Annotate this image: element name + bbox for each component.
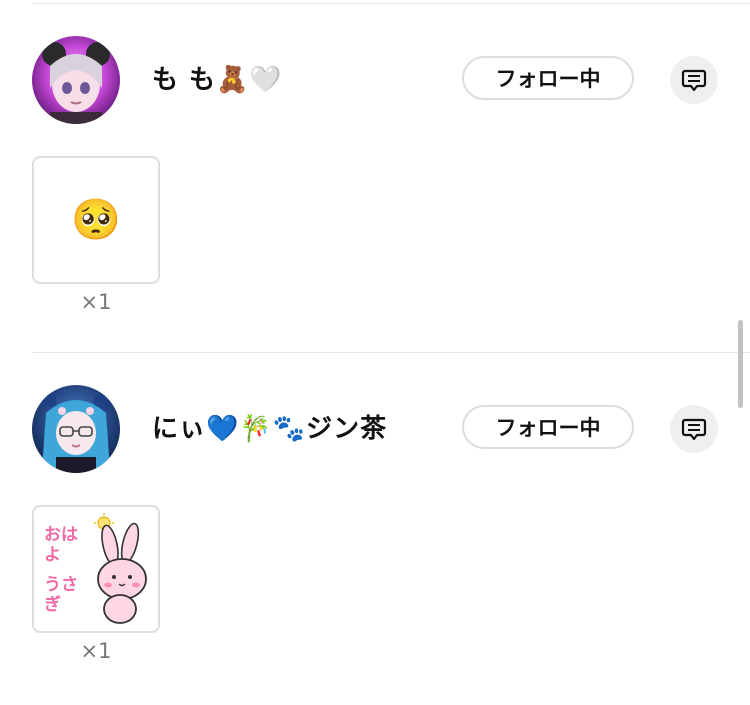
message-icon xyxy=(681,418,707,441)
avatar[interactable] xyxy=(32,385,120,473)
scrollbar-thumb[interactable] xyxy=(738,320,743,408)
gift-entry: も も🧸🤍 フォロー中 🥺 ×1 xyxy=(0,36,750,356)
entry-divider xyxy=(32,352,750,353)
message-button[interactable] xyxy=(670,405,718,453)
following-button[interactable]: フォロー中 xyxy=(462,405,634,449)
message-button[interactable] xyxy=(670,56,718,104)
sticker-count: ×1 xyxy=(80,290,112,314)
top-divider xyxy=(32,3,750,4)
pleading-face-sticker: 🥺 xyxy=(71,197,121,243)
sticker-card[interactable]: 🥺 xyxy=(32,156,160,284)
message-icon xyxy=(681,69,707,92)
following-button[interactable]: フォロー中 xyxy=(462,56,634,100)
sticker-count: ×1 xyxy=(80,639,112,663)
username[interactable]: も も🧸🤍 xyxy=(152,60,283,100)
sticker-card[interactable]: おはよ うさぎ xyxy=(32,505,160,633)
avatar-image xyxy=(32,385,120,473)
sticker-text-ohayo: おはよ xyxy=(44,525,78,565)
ohayo-usagi-sticker: おはよ うさぎ xyxy=(38,511,154,627)
avatar[interactable] xyxy=(32,36,120,124)
sticker-text-usagi: うさぎ xyxy=(44,575,78,615)
avatar-image xyxy=(32,36,120,124)
username[interactable]: にぃ💙🎋🐾ジン茶 xyxy=(152,409,387,449)
gift-entry: にぃ💙🎋🐾ジン茶 フォロー中 おはよ うさぎ ×1 xyxy=(0,385,750,705)
